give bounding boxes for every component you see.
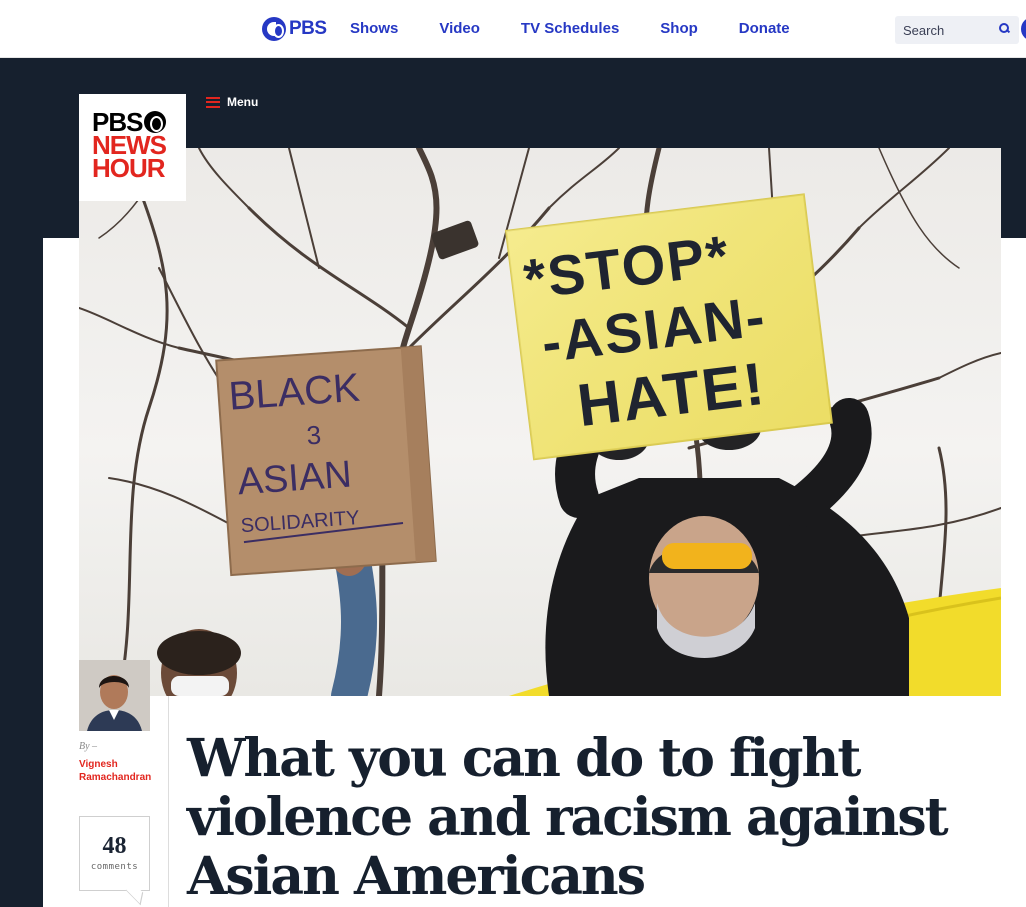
nav-tv-schedules[interactable]: TV Schedules [521,20,619,37]
pbs-logo-text: PBS [289,18,327,39]
dark-side-strip [0,238,43,907]
article-headline: What you can do to fight violence and ra… [187,728,949,907]
sign-right: *STOP* -ASIAN- HATE! [504,193,833,461]
author-name-link[interactable]: Vignesh Ramachandran [79,758,169,784]
search-box [895,16,1019,44]
comments-count: 48 [102,833,127,859]
author-avatar[interactable] [79,660,150,731]
comments-button[interactable]: 48 comments [79,816,150,891]
nav-shop[interactable]: Shop [660,20,698,37]
search-input[interactable] [903,21,993,39]
pbs-top-bar: PBS Shows Video TV Schedules Shop Donate [0,0,1026,58]
sign-left-line-1: BLACK [227,366,361,419]
logo-hour-text: HOUR [92,153,166,183]
nav-video[interactable]: Video [439,20,480,37]
profile-icon[interactable] [1021,17,1026,41]
newshour-logo[interactable]: PBS NEWS HOUR [79,94,186,201]
sign-left: BLACK 3 ASIAN SOLIDARITY [215,345,437,577]
hero-image: BLACK 3 ASIAN SOLIDARITY *STOP* -ASIAN- … [79,148,1001,696]
comments-label: comments [90,862,139,872]
byline-prefix: By – [79,741,98,752]
sign-left-line-2: 3 [306,420,323,451]
hamburger-icon [206,96,220,108]
menu-label: Menu [227,95,259,109]
hero-illustration: BLACK 3 ASIAN SOLIDARITY *STOP* -ASIAN- … [79,148,1001,696]
nav-shows[interactable]: Shows [350,20,398,37]
menu-button[interactable]: Menu [206,95,258,109]
byline-divider [168,696,169,907]
face-mask [171,676,229,696]
search-icon[interactable] [999,23,1009,33]
sign-left-line-3: ASIAN [236,453,353,503]
pbs-main-nav: Shows Video TV Schedules Shop Donate [350,20,831,37]
sunglasses [662,543,752,569]
nav-donate[interactable]: Donate [739,20,790,37]
pbs-logo[interactable]: PBS [262,17,327,41]
pbs-head-icon [262,17,286,41]
author-portrait [79,660,150,731]
